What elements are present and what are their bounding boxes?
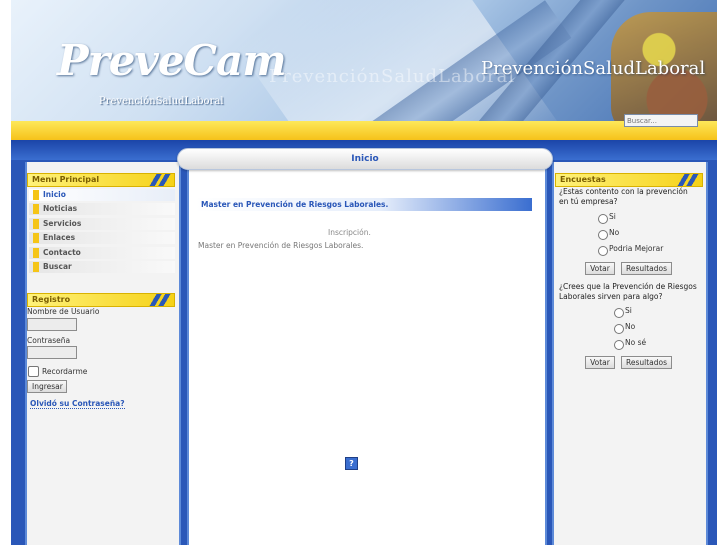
- poll-2-option-nose-radio[interactable]: [614, 340, 624, 350]
- inscription-link[interactable]: Inscripción.: [328, 228, 371, 237]
- slash-decoration-icon: [146, 294, 174, 306]
- poll-2-option-si: Si: [625, 306, 632, 315]
- menu-item-enlaces[interactable]: Enlaces: [29, 232, 175, 244]
- poll-2-option-si-radio[interactable]: [614, 308, 624, 318]
- forgot-password-link[interactable]: Olvidó su Contraseña?: [30, 399, 125, 409]
- login-submit-button[interactable]: Ingresar: [27, 380, 67, 393]
- poll-2-vote-button[interactable]: Votar: [585, 356, 615, 369]
- article-title[interactable]: Master en Prevención de Riesgos Laborale…: [195, 198, 532, 211]
- poll-1-option-mejorar-radio[interactable]: [598, 246, 608, 256]
- menu-title: Menu Principal: [27, 173, 175, 187]
- poll-1-option-mejorar: Podria Mejorar: [609, 244, 664, 253]
- site-tagline: PrevenciónSaludLaboral: [481, 58, 706, 79]
- remember-label: Recordarme: [42, 367, 88, 376]
- center-column: [187, 162, 547, 545]
- remember-checkbox[interactable]: [28, 366, 39, 377]
- username-field[interactable]: [27, 318, 77, 331]
- login-title-text: Registro: [32, 295, 71, 304]
- poll-1-question: ¿Estas contento con la prevención en tú …: [559, 187, 688, 206]
- article-text: Master en Prevención de Riesgos Laborale…: [198, 241, 364, 250]
- poll-1-option-si: Si: [609, 212, 616, 221]
- poll-1-option-si-radio[interactable]: [598, 214, 608, 224]
- menu-item-servicios[interactable]: Servicios: [29, 218, 175, 230]
- polls-title-text: Encuestas: [560, 175, 606, 184]
- menu-item-buscar[interactable]: Buscar: [29, 261, 175, 273]
- menu-item-inicio[interactable]: Inicio: [29, 189, 175, 201]
- polls-title: Encuestas: [555, 173, 703, 187]
- poll-2-results-button[interactable]: Resultados: [621, 356, 672, 369]
- poll-1-option-no-radio[interactable]: [598, 230, 608, 240]
- banner-yellow-stripe: [11, 121, 717, 140]
- poll-2-option-nose: No sé: [625, 338, 647, 347]
- site-logo[interactable]: PreveCam: [57, 36, 287, 85]
- help-icon[interactable]: ?: [345, 457, 358, 470]
- search-input[interactable]: [624, 114, 698, 127]
- login-title: Registro: [27, 293, 175, 307]
- poll-2-option-no: No: [625, 322, 636, 331]
- tab-inicio[interactable]: Inicio: [177, 148, 553, 170]
- slash-decoration-icon: [146, 174, 174, 186]
- menu-item-contacto[interactable]: Contacto: [29, 247, 175, 259]
- poll-2-option-no-radio[interactable]: [614, 324, 624, 334]
- banner-watermark: PrevenciónSaludLaboral: [269, 66, 516, 87]
- header-banner: PreveCam PrevenciónSaludLaboral Prevenci…: [11, 0, 717, 140]
- logo-subtitle: PrevenciónSaludLaboral: [99, 96, 224, 107]
- password-field[interactable]: [27, 346, 77, 359]
- menu-title-text: Menu Principal: [32, 175, 100, 184]
- slash-decoration-icon: [674, 174, 702, 186]
- poll-1-vote-button[interactable]: Votar: [585, 262, 615, 275]
- poll-1-results-button[interactable]: Resultados: [621, 262, 672, 275]
- username-label: Nombre de Usuario: [27, 307, 100, 316]
- password-label: Contraseña: [27, 336, 71, 345]
- poll-2-question: ¿Crees que la Prevención de Riesgos Labo…: [559, 282, 697, 301]
- poll-1-option-no: No: [609, 228, 620, 237]
- right-column: [552, 162, 708, 545]
- menu-item-noticias[interactable]: Noticias: [29, 203, 175, 215]
